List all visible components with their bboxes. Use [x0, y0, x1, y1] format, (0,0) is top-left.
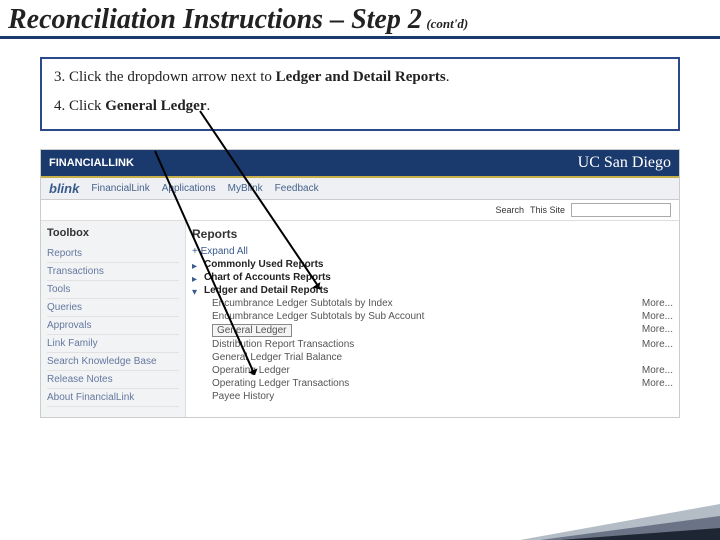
- report-link[interactable]: Encumbrance Ledger Subtotals by Sub Acco…: [212, 311, 424, 322]
- report-link-general-ledger[interactable]: General Ledger: [212, 324, 292, 337]
- sidebar-item-queries[interactable]: Queries: [47, 299, 179, 317]
- slide-title: Reconciliation Instructions – Step 2: [8, 4, 422, 35]
- more-link[interactable]: More...: [642, 365, 673, 376]
- chevron-right-icon: ▸: [192, 274, 200, 282]
- expand-all[interactable]: + Expand All: [192, 245, 673, 258]
- sidebar-item-release-notes[interactable]: Release Notes: [47, 371, 179, 389]
- chevron-right-icon: ▸: [192, 261, 200, 269]
- search-label: Search: [495, 205, 524, 215]
- app-brand: FINANCIALLINK: [49, 157, 134, 169]
- more-link[interactable]: More...: [642, 378, 673, 389]
- instruction-3-prefix: 3. Click the dropdown arrow next to: [54, 69, 276, 85]
- nav-item[interactable]: Feedback: [275, 183, 319, 194]
- report-group-ledger-detail[interactable]: ▾ Ledger and Detail Reports: [192, 284, 673, 297]
- nav-item[interactable]: MyBlink: [228, 183, 263, 194]
- nav-item[interactable]: Applications: [162, 183, 216, 194]
- slide-title-suffix: (cont'd): [426, 16, 468, 31]
- more-link[interactable]: More...: [642, 339, 673, 350]
- instruction-3-suffix: .: [446, 69, 450, 85]
- list-item[interactable]: Operating Ledger Transactions More...: [212, 377, 673, 390]
- more-link[interactable]: More...: [642, 298, 673, 309]
- reports-header: Reports: [192, 227, 673, 241]
- decorative-wedge: [500, 490, 720, 540]
- more-link[interactable]: More...: [642, 324, 673, 337]
- sidebar-item-reports[interactable]: Reports: [47, 245, 179, 263]
- embedded-screenshot: FINANCIALLINK UC San Diego blink Financi…: [40, 149, 680, 418]
- org-name: UC San Diego: [578, 154, 671, 172]
- slide-title-wrap: Reconciliation Instructions – Step 2 (co…: [0, 0, 720, 39]
- instruction-4: 4. Click General Ledger.: [54, 98, 666, 115]
- sidebar-item-search-kb[interactable]: Search Knowledge Base: [47, 353, 179, 371]
- more-link[interactable]: More...: [642, 311, 673, 322]
- report-link[interactable]: Operating Ledger Transactions: [212, 378, 349, 389]
- report-group-commonly-used[interactable]: ▸ Commonly Used Reports: [192, 258, 673, 271]
- search-input[interactable]: [571, 203, 671, 217]
- instruction-4-suffix: .: [206, 98, 210, 114]
- search-bar: Search This Site: [41, 200, 679, 221]
- sidebar-header: Toolbox: [47, 227, 179, 239]
- ledger-sub-list: Encumbrance Ledger Subtotals by Index Mor…: [192, 297, 673, 403]
- instruction-4-strong: General Ledger: [105, 98, 206, 114]
- body-columns: Toolbox Reports Transactions Tools Queri…: [41, 221, 679, 417]
- nav-home[interactable]: blink: [49, 181, 79, 196]
- sidebar-item-about[interactable]: About FinancialLink: [47, 389, 179, 407]
- list-item-general-ledger[interactable]: General Ledger More...: [212, 323, 673, 338]
- list-item[interactable]: Encumbrance Ledger Subtotals by Index Mor…: [212, 297, 673, 310]
- nav-bar: blink FinancialLink Applications MyBlink…: [41, 176, 679, 200]
- search-scope[interactable]: This Site: [530, 205, 565, 215]
- sidebar-item-transactions[interactable]: Transactions: [47, 263, 179, 281]
- sidebar-item-approvals[interactable]: Approvals: [47, 317, 179, 335]
- sidebar: Toolbox Reports Transactions Tools Queri…: [41, 221, 186, 417]
- report-link[interactable]: Encumbrance Ledger Subtotals by Index: [212, 298, 393, 309]
- instruction-3-strong: Ledger and Detail Reports: [276, 69, 446, 85]
- instruction-3: 3. Click the dropdown arrow next to Ledg…: [54, 69, 666, 86]
- report-group-chart-accounts[interactable]: ▸ Chart of Accounts Reports: [192, 271, 673, 284]
- expand-all-label: + Expand All: [192, 246, 248, 257]
- sidebar-item-link-family[interactable]: Link Family: [47, 335, 179, 353]
- group-label: Ledger and Detail Reports: [204, 285, 328, 296]
- list-item[interactable]: Operating LedgerMore...: [212, 364, 673, 377]
- list-item[interactable]: Encumbrance Ledger Subtotals by Sub Acco…: [212, 310, 673, 323]
- list-item[interactable]: Payee History: [212, 390, 673, 403]
- wedge-layer: [560, 528, 720, 540]
- list-item[interactable]: Distribution Report Transactions More...: [212, 338, 673, 351]
- report-link[interactable]: Distribution Report Transactions: [212, 339, 354, 350]
- report-link[interactable]: General Ledger Trial Balance: [212, 352, 342, 363]
- sidebar-item-tools[interactable]: Tools: [47, 281, 179, 299]
- group-label: Chart of Accounts Reports: [204, 272, 331, 283]
- main-panel: Reports + Expand All ▸ Commonly Used Rep…: [186, 221, 679, 417]
- group-label: Commonly Used Reports: [204, 259, 323, 270]
- report-link[interactable]: Payee History: [212, 391, 274, 402]
- list-item[interactable]: General Ledger Trial Balance: [212, 351, 673, 364]
- app-top-bar: FINANCIALLINK UC San Diego: [41, 150, 679, 176]
- nav-item[interactable]: FinancialLink: [91, 183, 149, 194]
- instruction-box: 3. Click the dropdown arrow next to Ledg…: [40, 57, 680, 131]
- instruction-4-prefix: 4. Click: [54, 98, 105, 114]
- chevron-down-icon: ▾: [192, 287, 200, 295]
